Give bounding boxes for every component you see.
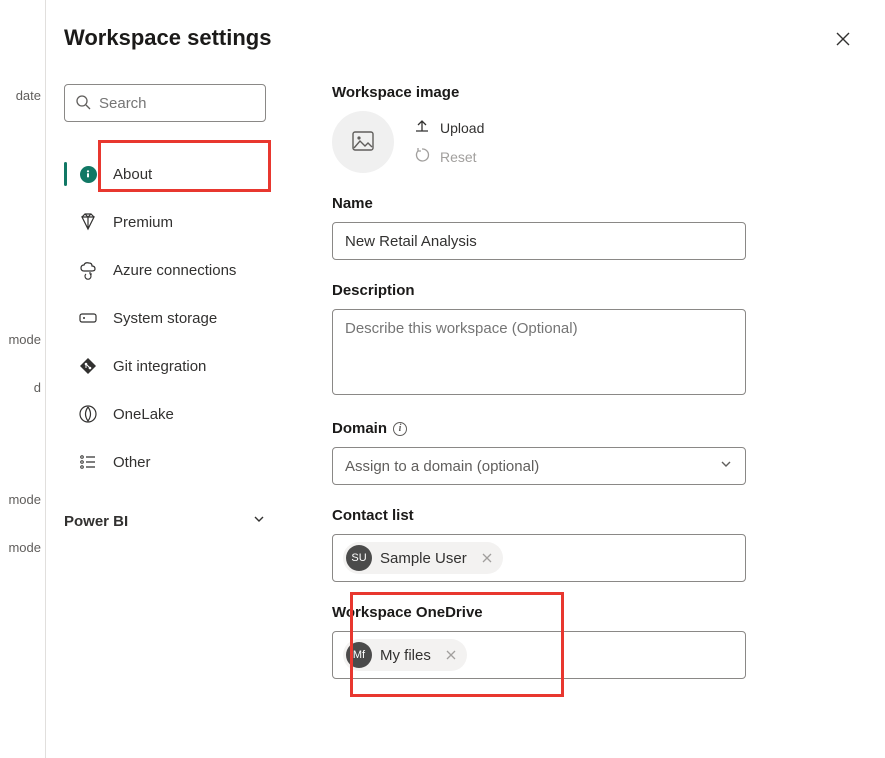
nav-label: Git integration — [113, 358, 206, 375]
reset-icon — [414, 147, 430, 166]
storage-icon — [78, 308, 98, 328]
remove-chip-button[interactable] — [479, 550, 495, 566]
search-input[interactable] — [99, 95, 298, 112]
onedrive-chip: Mf My files — [343, 639, 467, 671]
name-label: Name — [332, 195, 827, 212]
chip-label: My files — [380, 647, 431, 664]
chevron-down-icon — [719, 457, 733, 475]
remove-chip-button[interactable] — [443, 647, 459, 663]
bg-text: mode — [0, 492, 45, 507]
nav-about[interactable]: About — [64, 150, 266, 198]
chevron-down-icon — [252, 512, 266, 530]
contact-list-label: Contact list — [332, 507, 827, 524]
section-label: Power BI — [64, 513, 128, 530]
domain-label-text: Domain — [332, 420, 387, 437]
contact-list-input[interactable]: SU Sample User — [332, 534, 746, 582]
nav-premium[interactable]: Premium — [64, 198, 266, 246]
nav-git[interactable]: Git integration — [64, 342, 266, 390]
list-icon — [78, 452, 98, 472]
close-button[interactable] — [829, 25, 857, 56]
git-icon — [78, 356, 98, 376]
description-input[interactable] — [332, 309, 746, 395]
bg-text: d — [0, 380, 45, 395]
nav-azure[interactable]: Azure connections — [64, 246, 266, 294]
info-icon[interactable]: i — [393, 422, 407, 436]
upload-icon — [414, 118, 430, 137]
bg-text: date — [0, 88, 45, 103]
settings-sidebar: About Premium Azure connections — [64, 84, 266, 701]
modal-title: Workspace settings — [64, 25, 271, 51]
nav-other[interactable]: Other — [64, 438, 266, 486]
onelake-icon — [78, 404, 98, 424]
diamond-icon — [78, 212, 98, 232]
about-form: Workspace image Upload — [332, 84, 867, 701]
upload-label: Upload — [440, 120, 484, 136]
nav-onelake[interactable]: OneLake — [64, 390, 266, 438]
reset-button: Reset — [414, 147, 484, 166]
cloud-sync-icon — [78, 260, 98, 280]
name-input[interactable] — [332, 222, 746, 260]
description-label: Description — [332, 282, 827, 299]
section-powerbi[interactable]: Power BI — [64, 504, 266, 538]
image-icon — [350, 128, 376, 157]
nav-label: Other — [113, 454, 151, 471]
avatar: SU — [346, 545, 372, 571]
domain-select[interactable]: Assign to a domain (optional) — [332, 447, 746, 485]
close-icon — [835, 35, 851, 50]
contact-chip: SU Sample User — [343, 542, 503, 574]
nav-label: Azure connections — [113, 262, 236, 279]
avatar: Mf — [346, 642, 372, 668]
info-icon — [78, 164, 98, 184]
reset-label: Reset — [440, 149, 477, 165]
domain-placeholder: Assign to a domain (optional) — [345, 458, 539, 475]
search-icon — [75, 94, 91, 113]
nav-label: OneLake — [113, 406, 174, 423]
workspace-image-placeholder — [332, 111, 394, 173]
onedrive-input[interactable]: Mf My files — [332, 631, 746, 679]
bg-text: mode — [0, 540, 45, 555]
bg-text: mode — [0, 332, 45, 347]
onedrive-label: Workspace OneDrive — [332, 604, 827, 621]
chip-label: Sample User — [380, 550, 467, 567]
nav-label: About — [113, 166, 152, 183]
nav-storage[interactable]: System storage — [64, 294, 266, 342]
search-box[interactable] — [64, 84, 266, 122]
upload-button[interactable]: Upload — [414, 118, 484, 137]
workspace-image-label: Workspace image — [332, 84, 827, 101]
settings-modal: Workspace settings — [45, 0, 885, 758]
nav-label: Premium — [113, 214, 173, 231]
nav-label: System storage — [113, 310, 217, 327]
domain-label: Domain i — [332, 420, 827, 437]
